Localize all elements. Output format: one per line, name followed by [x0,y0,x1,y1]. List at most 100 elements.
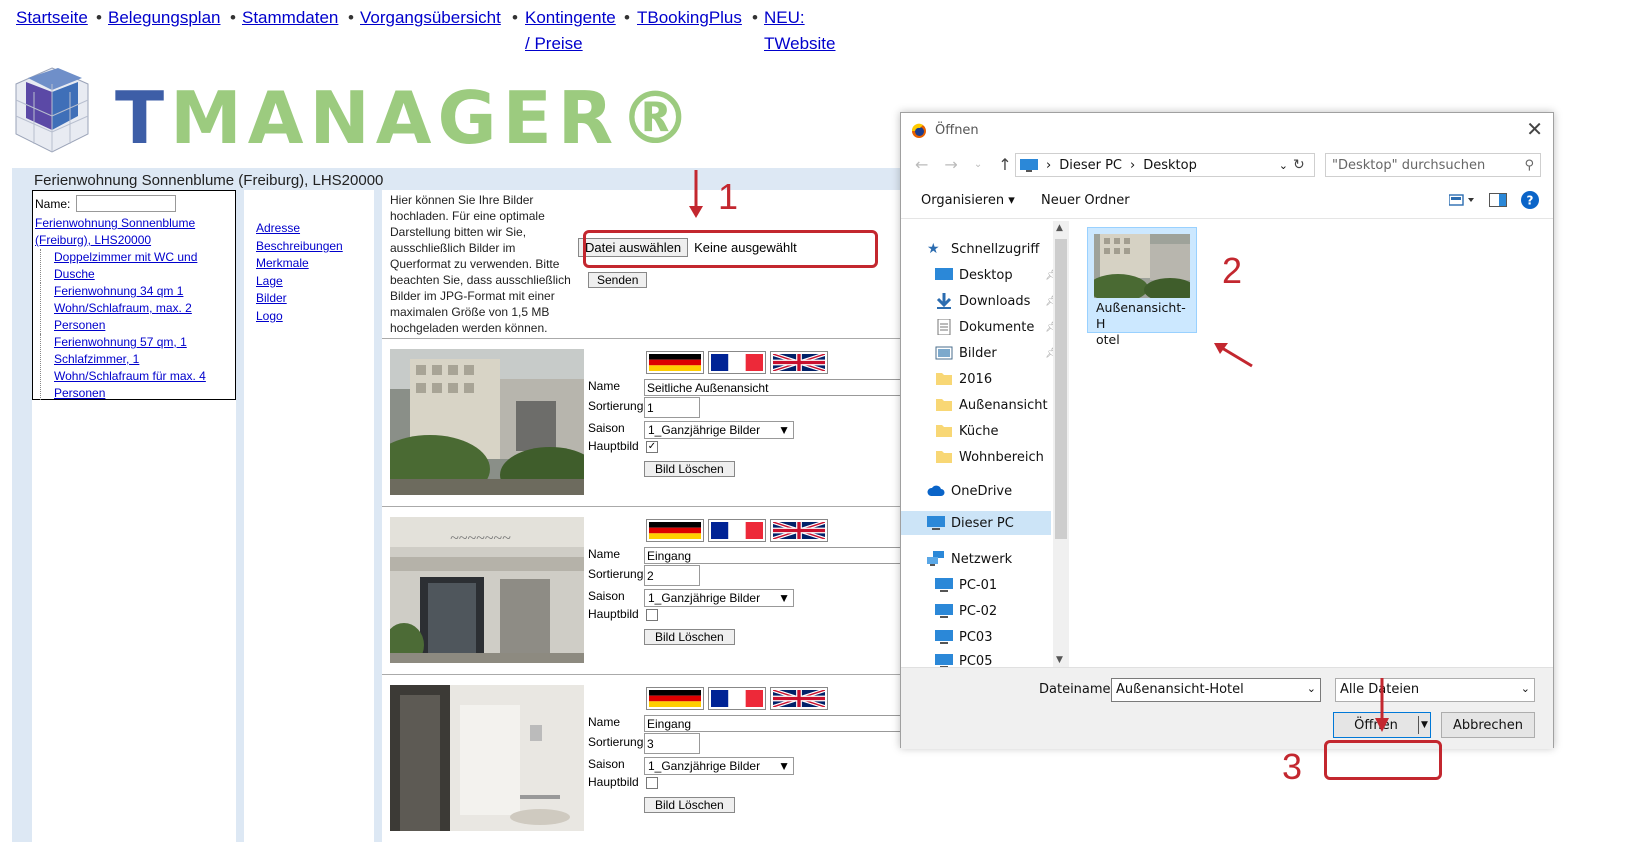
nav-pc03[interactable]: PC03 [935,629,992,645]
nav-quick-access[interactable]: ★ Schnellzugriff [927,241,1039,257]
preview-pane-icon[interactable] [1489,193,1507,207]
refresh-icon[interactable]: ↻ [1293,157,1305,173]
filetype-select[interactable]: Alle Dateien ⌄ [1335,678,1535,702]
organize-menu[interactable]: Organisieren ▾ [921,193,1015,208]
nav-this-pc[interactable]: Dieser PC [901,511,1051,535]
tree-child-line[interactable]: Dusche [54,266,233,283]
cancel-button[interactable]: Abbrechen [1441,712,1535,738]
scroll-up-icon[interactable]: ▲ [1056,223,1063,233]
nav-scrollbar[interactable]: ▲ ▼ [1053,221,1069,667]
menu-beschreibungen[interactable]: Beschreibungen [256,238,374,256]
flag-fr-button[interactable] [708,687,766,710]
tree-child-line[interactable]: Ferienwohnung 57 qm, 1 [54,334,233,351]
nav-kontingente-preise[interactable]: / Preise [525,34,583,54]
image-sort-input[interactable] [644,397,700,418]
tree-root-line2[interactable]: (Freiburg), LHS20000 [35,232,233,249]
image-sort-input[interactable] [644,733,700,754]
recent-chevron-icon[interactable]: ⌄ [974,155,982,174]
nav-documents[interactable]: Dokumente 📌︎ [935,319,1058,335]
delete-image-button[interactable]: Bild Löschen [644,461,735,477]
nav-pictures[interactable]: Bilder 📌︎ [935,345,1058,361]
tree-child-doppelzimmer[interactable]: Doppelzimmer mit WC und Dusche [40,249,233,283]
delete-image-button[interactable]: Bild Löschen [644,797,735,813]
tree-name-filter-input[interactable] [76,195,177,212]
tree-child-line[interactable]: Wohn/Schlafraum, max. 2 [54,300,233,317]
flag-uk-button[interactable] [770,687,828,710]
breadcrumb-desktop[interactable]: Desktop [1143,158,1197,173]
image-name-input[interactable] [644,547,902,564]
nav-folder-kueche[interactable]: Küche [935,423,999,439]
nav-downloads[interactable]: Downloads 📌︎ [935,293,1058,309]
nav-vorgangsuebersicht[interactable]: Vorgangsübersicht [360,8,501,28]
nav-network[interactable]: Netzwerk [927,551,1012,567]
season-select[interactable]: 1_Ganzjährige Bilder ▼ [644,421,794,439]
nav-belegungsplan[interactable]: Belegungsplan [108,8,220,28]
split-dropdown-icon[interactable]: ▼ [1418,716,1430,734]
nav-tbookingplus[interactable]: TBookingPlus [637,8,742,28]
flag-fr-button[interactable] [708,351,766,374]
flag-de-button[interactable] [646,351,704,374]
nav-folder-wohnbereich[interactable]: Wohnbereich [935,449,1044,465]
flag-fr-button[interactable] [708,519,766,542]
forward-arrow-icon[interactable]: → [944,155,957,174]
flag-de-button[interactable] [646,519,704,542]
breadcrumb-this-pc[interactable]: Dieser PC [1059,158,1122,173]
tree-child-line[interactable]: Ferienwohnung 34 qm 1 [54,283,233,300]
up-arrow-icon[interactable]: ↑ [998,155,1011,174]
send-button[interactable]: Senden [588,272,648,288]
nav-folder-2016[interactable]: 2016 [935,371,992,387]
image-thumbnail-exterior[interactable] [390,349,584,495]
nav-twebsite[interactable]: TWebsite [764,34,836,54]
nav-kontingente[interactable]: Kontingente [525,8,616,28]
flag-uk-button[interactable] [770,351,828,374]
tree-child-fewo57[interactable]: Ferienwohnung 57 qm, 1 Schlafzimmer, 1 W… [40,334,233,402]
nav-neu[interactable]: NEU: [764,8,805,28]
image-name-input[interactable] [644,379,902,396]
filename-input[interactable]: Außenansicht-Hotel ⌄ [1111,678,1321,702]
tree-child-line[interactable]: Schlafzimmer, 1 [54,351,233,368]
main-image-checkbox[interactable]: ✓ [646,441,658,453]
season-select[interactable]: 1_Ganzjährige Bilder ▼ [644,757,794,775]
menu-merkmale[interactable]: Merkmale [256,255,374,273]
nav-pc-02[interactable]: PC-02 [935,603,997,619]
image-sort-input[interactable] [644,565,700,586]
address-bar[interactable]: › Dieser PC › Desktop ⌄ [1015,153,1315,177]
nav-onedrive[interactable]: OneDrive [927,483,1012,499]
tree-child-line[interactable]: Doppelzimmer mit WC und [54,249,233,266]
nav-pc-01[interactable]: PC-01 [935,577,997,593]
scroll-down-icon[interactable]: ▼ [1056,655,1063,665]
menu-logo[interactable]: Logo [256,308,374,326]
file-item-aussenansicht-hotel[interactable]: Außenansicht-H otel [1087,227,1197,347]
menu-adresse[interactable]: Adresse [256,220,374,238]
scroll-thumb[interactable] [1055,239,1067,539]
image-name-input[interactable] [644,715,902,732]
main-image-checkbox[interactable] [646,777,658,789]
main-image-checkbox[interactable] [646,609,658,621]
search-input[interactable]: "Desktop" durchsuchen ⚲ [1325,153,1541,177]
menu-lage[interactable]: Lage [256,273,374,291]
season-label: Saison [588,421,625,435]
flag-uk-button[interactable] [770,519,828,542]
back-arrow-icon[interactable]: ← [915,155,928,174]
image-thumbnail-interior[interactable] [390,685,584,831]
close-icon[interactable]: ✕ [1526,117,1543,141]
tree-child-line[interactable]: Personen [54,317,233,334]
new-folder-button[interactable]: Neuer Ordner [1041,193,1130,208]
tree-root-line1[interactable]: Ferienwohnung Sonnenblume [35,215,233,232]
delete-image-button[interactable]: Bild Löschen [644,629,735,645]
nav-desktop[interactable]: Desktop 📌︎ [935,267,1058,283]
flag-de-button[interactable] [646,687,704,710]
view-options-icon[interactable] [1449,193,1475,207]
tree-child-fewo34[interactable]: Ferienwohnung 34 qm 1 Wohn/Schlafraum, m… [40,283,233,334]
tree-child-line[interactable]: Wohn/Schlafraum für max. 4 [54,368,233,385]
season-select[interactable]: 1_Ganzjährige Bilder ▼ [644,589,794,607]
help-icon[interactable]: ? [1521,191,1539,209]
image-thumbnail-entrance[interactable]: ~~~~~~~ [390,517,584,663]
filename-label: Dateiname: [1039,682,1115,697]
menu-bilder[interactable]: Bilder [256,290,374,308]
address-dropdown-icon[interactable]: ⌄ [1279,159,1288,172]
nav-folder-aussenansicht[interactable]: Außenansicht [935,397,1048,413]
nav-startseite[interactable]: Startseite [16,8,88,28]
nav-stammdaten[interactable]: Stammdaten [242,8,338,28]
chevron-down-icon[interactable]: ⌄ [1307,682,1316,698]
